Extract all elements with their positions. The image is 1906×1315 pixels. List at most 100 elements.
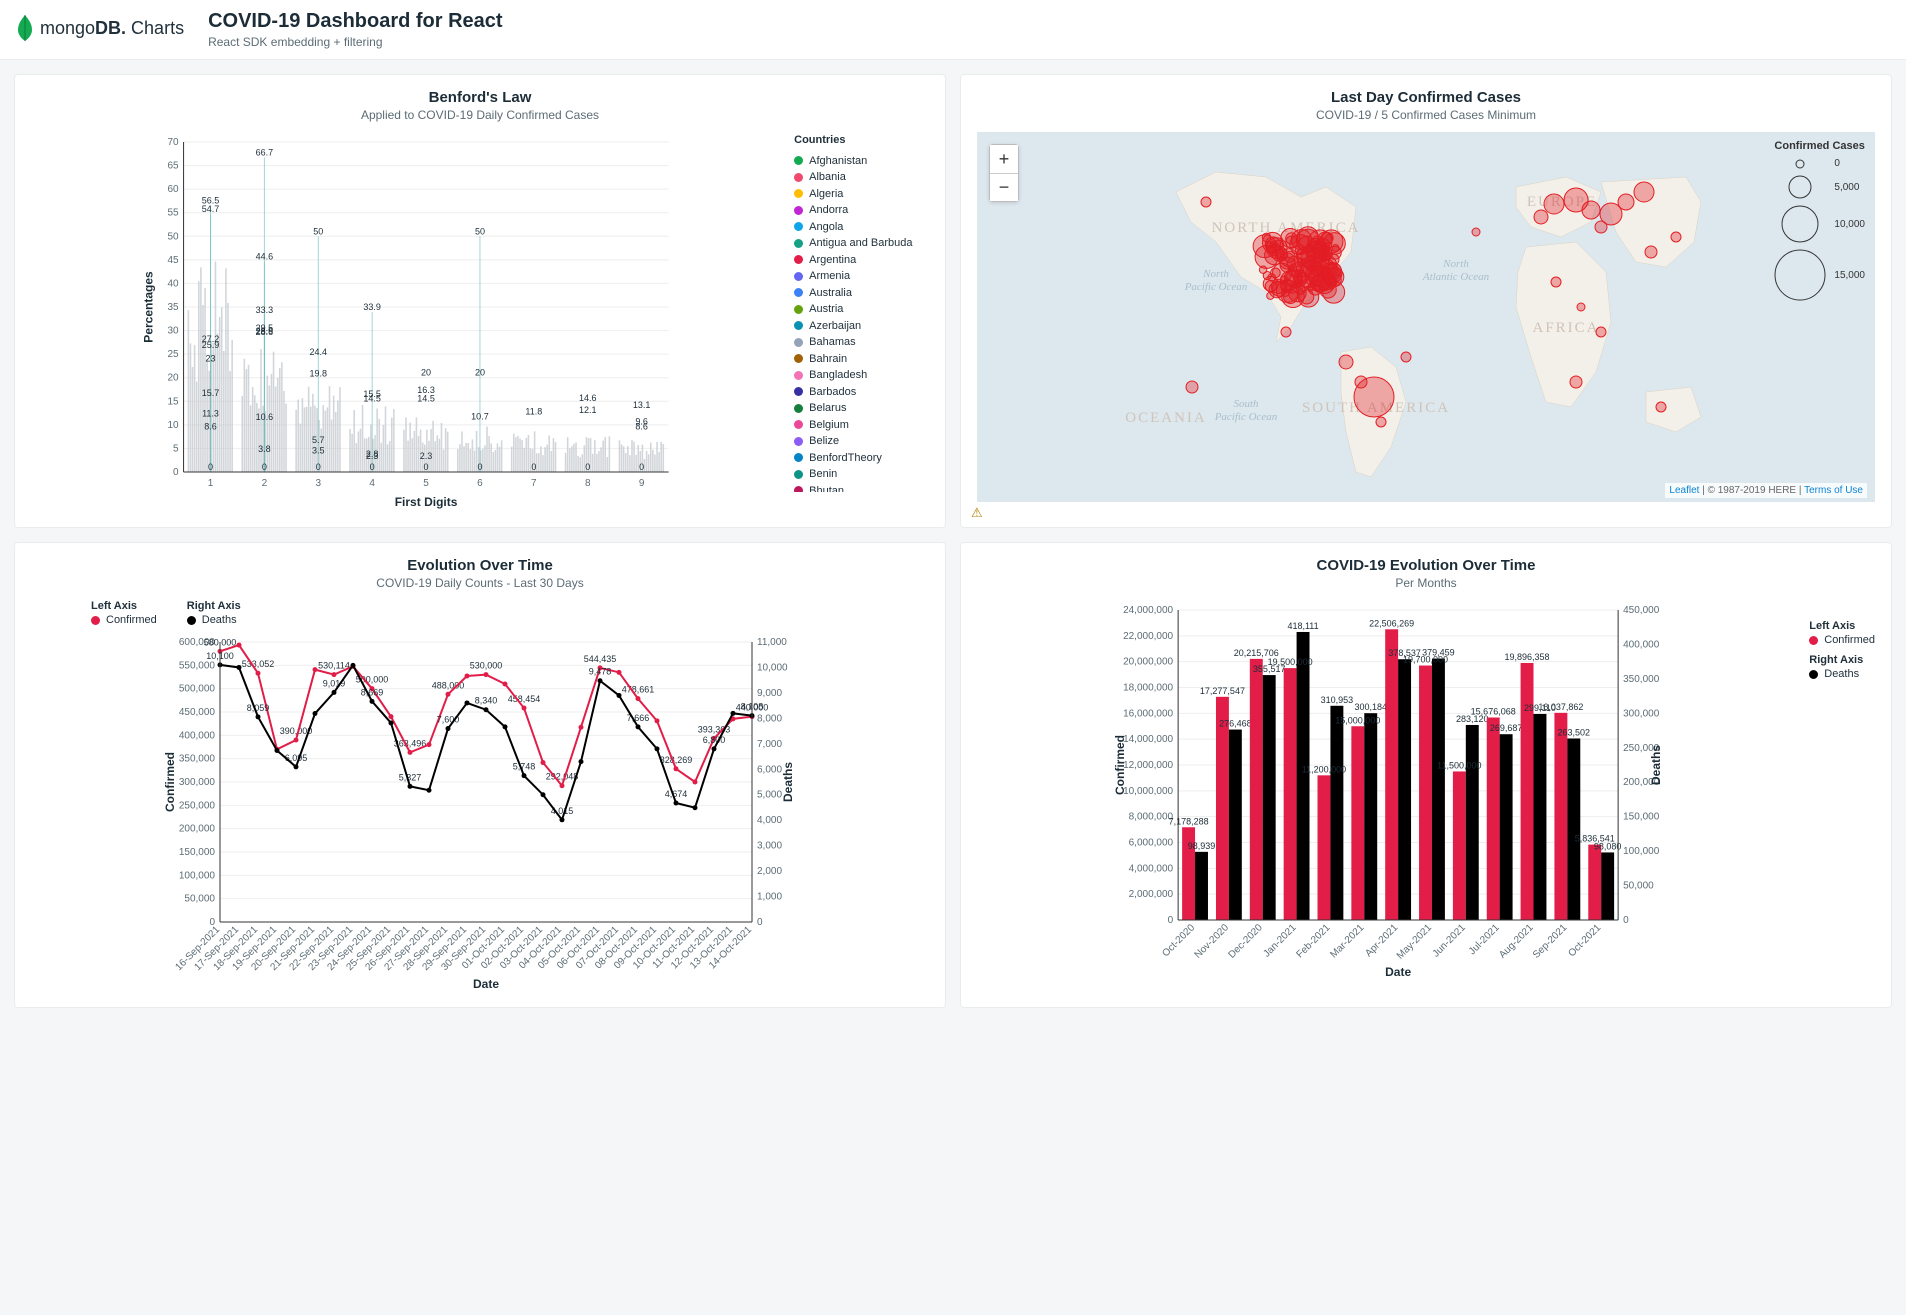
legend-item[interactable]: Antigua and Barbuda: [794, 235, 929, 252]
svg-text:11,200,000: 11,200,000: [1302, 764, 1346, 774]
svg-text:7: 7: [531, 478, 537, 489]
svg-text:Feb-2021: Feb-2021: [1295, 922, 1333, 960]
svg-text:5: 5: [173, 443, 179, 454]
svg-text:15,676,068: 15,676,068: [1471, 707, 1516, 717]
benford-chart[interactable]: 051015202530354045505560657056.554.727.2…: [31, 132, 786, 512]
svg-text:5,327: 5,327: [399, 772, 422, 782]
svg-text:0: 0: [208, 462, 213, 472]
legend-item[interactable]: Angola: [794, 219, 929, 236]
svg-text:AFRICA: AFRICA: [1532, 320, 1599, 336]
legend-item[interactable]: Albania: [794, 169, 929, 186]
leaflet-link[interactable]: Leaflet: [1669, 485, 1699, 496]
svg-text:10,000,000: 10,000,000: [1123, 786, 1173, 797]
svg-text:310,953: 310,953: [1321, 695, 1354, 705]
svg-text:14.5: 14.5: [363, 394, 381, 404]
svg-text:8.6: 8.6: [204, 421, 217, 431]
svg-text:5,000: 5,000: [757, 790, 782, 801]
svg-text:250,000: 250,000: [179, 800, 216, 811]
svg-text:328,269: 328,269: [660, 755, 693, 765]
svg-text:Pacific Ocean: Pacific Ocean: [1184, 281, 1248, 293]
svg-text:18,000,000: 18,000,000: [1123, 683, 1173, 694]
svg-text:100,000: 100,000: [179, 870, 216, 881]
legend-item[interactable]: Algeria: [794, 186, 929, 203]
svg-text:22,506,269: 22,506,269: [1369, 618, 1414, 628]
map-size-legend: Confirmed Cases 05,00010,00015,000: [1774, 140, 1865, 307]
legend-item[interactable]: Belarus: [794, 400, 929, 417]
legend-item[interactable]: Bahamas: [794, 334, 929, 351]
svg-text:50: 50: [313, 226, 323, 236]
svg-text:Jul-2021: Jul-2021: [1467, 922, 1502, 957]
svg-text:Confirmed: Confirmed: [163, 752, 177, 812]
monthly-title: COVID-19 Evolution Over Time: [977, 557, 1875, 574]
svg-text:54.7: 54.7: [202, 204, 220, 214]
svg-text:350,000: 350,000: [1623, 674, 1660, 685]
svg-text:North: North: [1202, 268, 1229, 280]
svg-text:24.4: 24.4: [310, 347, 328, 357]
svg-text:7,178,288: 7,178,288: [1169, 816, 1209, 826]
svg-text:500,000: 500,000: [179, 684, 216, 695]
svg-text:0: 0: [173, 467, 179, 478]
svg-text:300,184: 300,184: [1354, 702, 1387, 712]
svg-text:9,000: 9,000: [757, 688, 782, 699]
svg-text:Percentages: Percentages: [142, 271, 156, 343]
svg-text:0: 0: [531, 462, 536, 472]
legend-item[interactable]: Argentina: [794, 252, 929, 269]
legend-item[interactable]: Bangladesh: [794, 367, 929, 384]
svg-text:North: North: [1442, 258, 1469, 270]
monthly-subtitle: Per Months: [977, 576, 1875, 590]
daily-chart[interactable]: 050,000100,000150,000200,000250,000300,0…: [31, 632, 929, 992]
legend-item[interactable]: Belize: [794, 433, 929, 450]
monthly-chart[interactable]: 02,000,0004,000,0006,000,0008,000,00010,…: [977, 600, 1799, 980]
legend-item[interactable]: Belgium: [794, 417, 929, 434]
svg-text:12,000,000: 12,000,000: [1123, 760, 1173, 771]
svg-text:0: 0: [370, 462, 375, 472]
svg-text:Confirmed: Confirmed: [1113, 735, 1127, 795]
svg-text:10.7: 10.7: [471, 412, 489, 422]
svg-text:0: 0: [477, 462, 482, 472]
svg-text:70: 70: [167, 137, 179, 148]
svg-text:3.5: 3.5: [312, 446, 325, 456]
zoom-in-button[interactable]: +: [990, 145, 1018, 173]
legend-item[interactable]: Barbados: [794, 384, 929, 401]
svg-text:Aug-2021: Aug-2021: [1497, 922, 1536, 961]
brand-logo: mongoDB. Charts: [16, 10, 184, 42]
page-subtitle: React SDK embedding + filtering: [208, 35, 503, 49]
legend-item[interactable]: Azerbaijan: [794, 318, 929, 335]
legend-item[interactable]: Australia: [794, 285, 929, 302]
svg-text:10.6: 10.6: [256, 412, 274, 422]
legend-item[interactable]: Bahrain: [794, 351, 929, 368]
svg-text:263,502: 263,502: [1558, 727, 1591, 737]
svg-text:2,000: 2,000: [757, 866, 782, 877]
svg-text:16,000,000: 16,000,000: [1123, 708, 1173, 719]
svg-text:4: 4: [369, 478, 375, 489]
svg-text:544,435: 544,435: [584, 654, 617, 664]
legend-item[interactable]: Bhutan: [794, 483, 929, 493]
svg-text:15.7: 15.7: [202, 388, 220, 398]
terms-link[interactable]: Terms of Use: [1804, 485, 1863, 496]
svg-text:13.1: 13.1: [633, 400, 651, 410]
world-map[interactable]: NORTH AMERICASOUTH AMERICAEUROPEAFRICAOC…: [977, 132, 1875, 502]
legend-item[interactable]: Afghanistan: [794, 153, 929, 170]
benford-legend: CountriesAfghanistanAlbaniaAlgeriaAndorr…: [786, 132, 929, 492]
svg-text:533,052: 533,052: [242, 659, 275, 669]
svg-text:7,000: 7,000: [757, 739, 782, 750]
legend-item[interactable]: Benin: [794, 466, 929, 483]
svg-text:200,000: 200,000: [179, 824, 216, 835]
legend-item[interactable]: Armenia: [794, 268, 929, 285]
benford-title: Benford's Law: [31, 89, 929, 106]
svg-text:14.5: 14.5: [417, 394, 435, 404]
monthly-card: COVID-19 Evolution Over Time Per Months …: [960, 542, 1892, 1008]
svg-text:28.9: 28.9: [256, 326, 274, 336]
svg-text:10: 10: [167, 420, 179, 431]
svg-text:Date: Date: [1385, 965, 1411, 979]
legend-item[interactable]: BenfordTheory: [794, 450, 929, 467]
svg-text:6,800: 6,800: [703, 735, 726, 745]
legend-item[interactable]: Andorra: [794, 202, 929, 219]
svg-text:150,000: 150,000: [1623, 812, 1660, 823]
benford-card: Benford's Law Applied to COVID-19 Daily …: [14, 74, 946, 528]
zoom-out-button[interactable]: −: [990, 173, 1018, 201]
svg-text:150,000: 150,000: [179, 847, 216, 858]
svg-text:50,000: 50,000: [184, 894, 215, 905]
svg-text:269,687: 269,687: [1490, 723, 1523, 733]
legend-item[interactable]: Austria: [794, 301, 929, 318]
